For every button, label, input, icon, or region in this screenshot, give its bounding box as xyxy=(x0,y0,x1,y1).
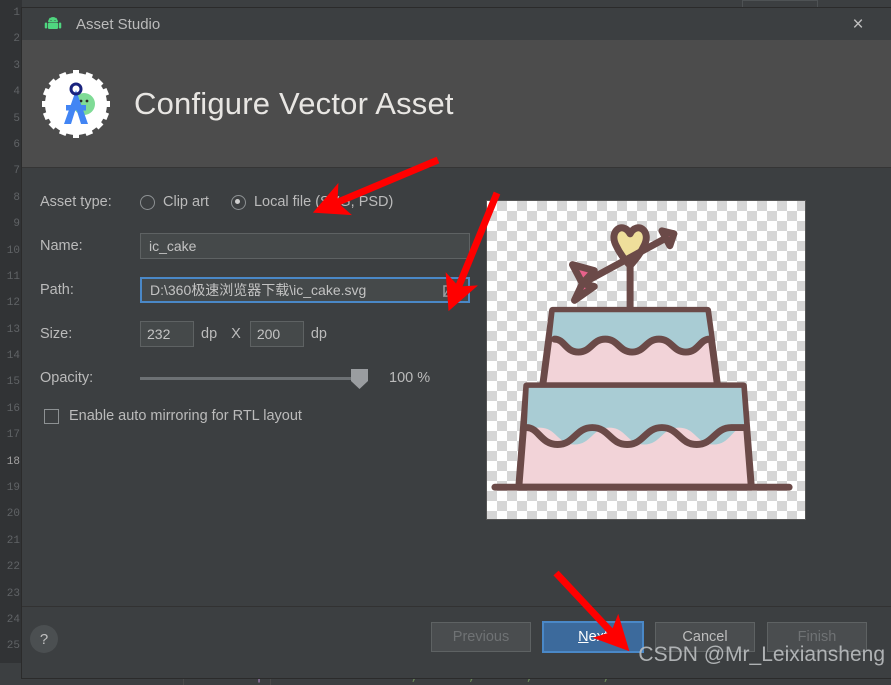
opacity-slider[interactable] xyxy=(140,367,365,389)
cake-illustration xyxy=(487,201,805,519)
opacity-slider-thumb[interactable] xyxy=(351,369,368,389)
path-input-value: D:\360极速浏览器下载\ic_cake.svg xyxy=(150,280,366,300)
opacity-row: Opacity: 100 % xyxy=(40,364,510,392)
line-number: 14 xyxy=(0,343,20,369)
size-row: Size: 232 dp X 200 dp xyxy=(40,320,510,348)
line-number: 19 xyxy=(0,475,20,501)
line-number: 21 xyxy=(0,528,20,554)
size-height-unit: dp xyxy=(311,326,327,342)
name-label: Name: xyxy=(40,238,140,254)
dialog-footer: ? Previous Next Cancel Finish xyxy=(22,606,891,678)
vector-asset-form: Asset type: Clip art Local file (SVG, PS… xyxy=(40,188,510,424)
cancel-button[interactable]: Cancel xyxy=(655,622,755,652)
size-separator: X xyxy=(231,326,241,342)
asset-type-label: Asset type: xyxy=(40,194,140,210)
radio-clip-art[interactable]: Clip art xyxy=(140,194,209,210)
next-button[interactable]: Next xyxy=(543,622,643,652)
rtl-mirroring-checkbox-box xyxy=(44,409,59,424)
line-number: 12 xyxy=(0,290,20,316)
line-number: 16 xyxy=(0,396,20,422)
line-number: 24 xyxy=(0,607,20,633)
next-button-rest: ext xyxy=(589,629,608,645)
line-number: 2 xyxy=(0,26,20,52)
size-width-input[interactable]: 232 xyxy=(140,321,194,347)
close-icon[interactable]: × xyxy=(847,13,869,35)
dialog-title: Asset Studio xyxy=(76,16,160,33)
dialog-titlebar: Asset Studio × xyxy=(22,8,891,40)
dialog-banner: Configure Vector Asset xyxy=(22,40,891,168)
path-row: Path: D:\360极速浏览器下载\ic_cake.svg xyxy=(40,276,510,304)
path-input[interactable]: D:\360极速浏览器下载\ic_cake.svg xyxy=(140,277,470,303)
asset-type-row: Asset type: Clip art Local file (SVG, PS… xyxy=(40,188,510,216)
dialog-button-bar: Previous Next Cancel Finish xyxy=(431,622,867,652)
radio-clip-art-label: Clip art xyxy=(163,194,209,210)
line-number: 9 xyxy=(0,211,20,237)
radio-clip-art-indicator xyxy=(140,195,155,210)
size-label: Size: xyxy=(40,326,140,342)
opacity-slider-track xyxy=(140,377,365,380)
background-tab-fragment xyxy=(742,0,818,7)
help-icon[interactable]: ? xyxy=(30,625,58,653)
path-label: Path: xyxy=(40,282,140,298)
line-number: 25 xyxy=(0,633,20,659)
line-number: 5 xyxy=(0,106,20,132)
line-number: 23 xyxy=(0,581,20,607)
rtl-mirroring-checkbox[interactable]: Enable auto mirroring for RTL layout xyxy=(44,408,510,424)
line-number: 17 xyxy=(0,422,20,448)
line-number: 6 xyxy=(0,132,20,158)
page-title: Configure Vector Asset xyxy=(134,86,454,122)
name-input[interactable]: ic_cake xyxy=(140,233,470,259)
line-number: 10 xyxy=(0,238,20,264)
radio-local-file-label: Local file (SVG, PSD) xyxy=(254,194,393,210)
editor-line-number-gutter: 1234567891011121314151617181920212223242… xyxy=(0,0,22,685)
folder-icon[interactable] xyxy=(443,283,462,298)
line-number: 18 xyxy=(0,449,20,475)
size-width-unit: dp xyxy=(201,326,217,342)
opacity-label: Opacity: xyxy=(40,370,140,386)
size-height-input[interactable]: 200 xyxy=(250,321,304,347)
line-number: 22 xyxy=(0,554,20,580)
android-studio-compass-icon xyxy=(40,68,112,140)
line-number: 3 xyxy=(0,53,20,79)
line-number: 1 xyxy=(0,0,20,26)
screen: 1234567891011121314151617181920212223242… xyxy=(0,0,891,685)
radio-local-file[interactable]: Local file (SVG, PSD) xyxy=(231,194,393,210)
opacity-value: 100 % xyxy=(389,370,430,386)
line-number: 20 xyxy=(0,501,20,527)
finish-button[interactable]: Finish xyxy=(767,622,867,652)
line-number: 8 xyxy=(0,185,20,211)
rtl-mirroring-label: Enable auto mirroring for RTL layout xyxy=(69,408,302,424)
line-number: 7 xyxy=(0,158,20,184)
line-number: 4 xyxy=(0,79,20,105)
line-number: 11 xyxy=(0,264,20,290)
vector-preview xyxy=(486,200,806,520)
radio-local-file-indicator xyxy=(231,195,246,210)
android-robot-icon xyxy=(44,17,62,31)
next-button-mnemonic: N xyxy=(578,629,588,645)
line-number: 13 xyxy=(0,317,20,343)
name-row: Name: ic_cake xyxy=(40,232,510,260)
previous-button[interactable]: Previous xyxy=(431,622,531,652)
line-number: 15 xyxy=(0,369,20,395)
